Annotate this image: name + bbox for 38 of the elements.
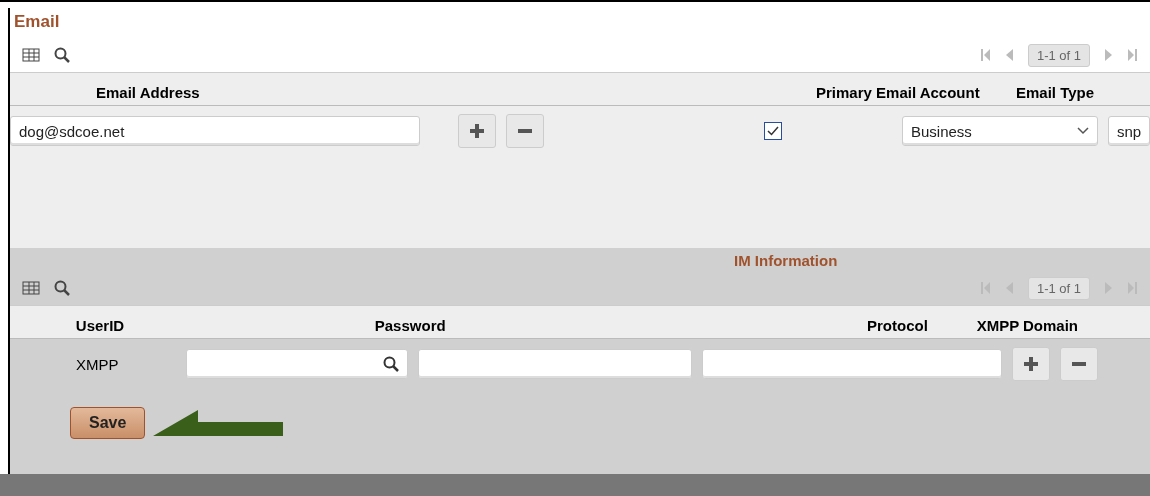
chevron-down-icon	[1077, 127, 1089, 135]
grid-icon[interactable]	[22, 281, 40, 295]
grid-icon[interactable]	[22, 48, 40, 62]
column-header: Protocol	[866, 317, 929, 336]
next-icon[interactable]	[1104, 48, 1114, 62]
delete-row-button[interactable]	[506, 114, 544, 148]
email-type-select[interactable]: Business	[902, 116, 1098, 146]
plus-icon	[1024, 357, 1038, 371]
add-row-button[interactable]	[458, 114, 496, 148]
delete-row-button[interactable]	[1060, 347, 1098, 381]
column-header: XMPP Domain	[975, 317, 1080, 336]
arrow-icon	[153, 408, 284, 438]
last-page-icon[interactable]	[1128, 48, 1138, 62]
pagination-label[interactable]: 1-1 of 1	[1027, 276, 1090, 300]
pagination-label[interactable]: 1-1 of 1	[1027, 43, 1090, 67]
section-title: Email	[13, 11, 61, 33]
column-header: Password	[373, 317, 447, 336]
column-header: Email Address	[95, 84, 201, 103]
protocol-value: XMPP	[75, 355, 120, 373]
email-address-field[interactable]: dog@sdcoe.net	[10, 116, 420, 146]
user-id-field[interactable]	[186, 349, 408, 379]
search-icon[interactable]	[54, 280, 70, 296]
minus-icon	[518, 129, 532, 133]
column-header: Primary Email Account	[815, 84, 981, 103]
save-button[interactable]: Save	[70, 407, 146, 439]
minus-icon	[1072, 362, 1086, 366]
search-icon[interactable]	[54, 47, 70, 63]
column-header: Email Type	[1015, 84, 1096, 103]
add-row-button[interactable]	[1012, 347, 1050, 381]
primary-checkbox[interactable]	[764, 122, 782, 140]
search-icon[interactable]	[383, 356, 399, 372]
column-header: UserID	[74, 317, 126, 336]
plus-icon	[470, 124, 484, 138]
domain-field[interactable]	[702, 349, 1002, 379]
first-page-icon[interactable]	[979, 48, 990, 62]
text-field[interactable]: snp	[1108, 116, 1150, 146]
section-title: IM Information	[733, 251, 839, 271]
password-field[interactable]	[418, 349, 692, 379]
